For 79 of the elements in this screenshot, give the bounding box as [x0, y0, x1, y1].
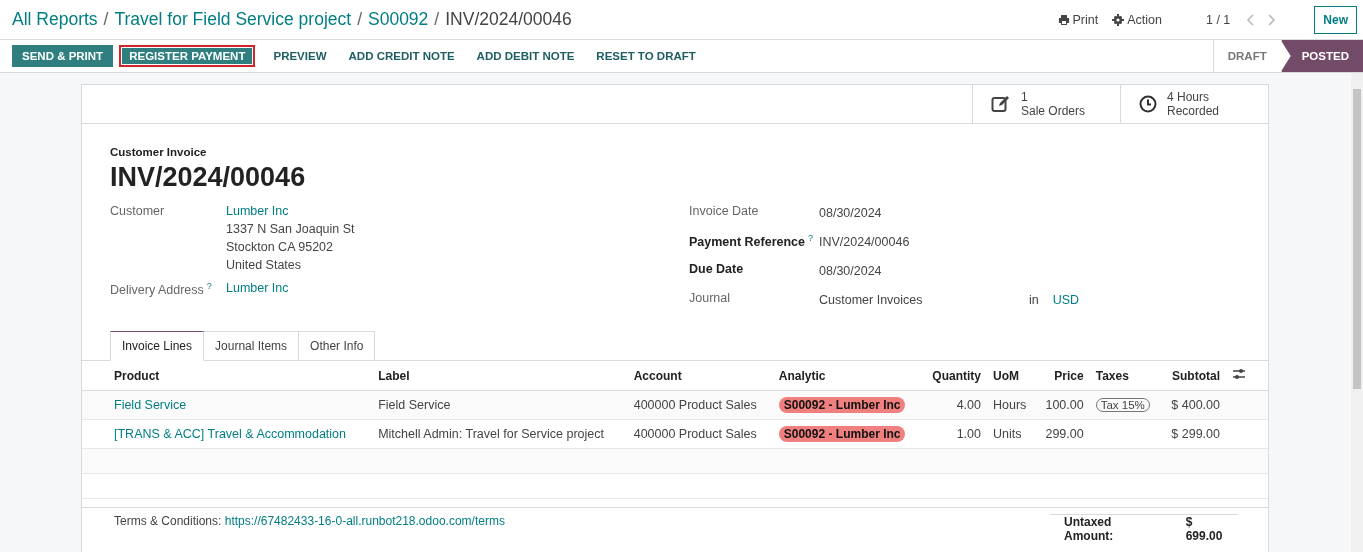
column-header[interactable]: Account — [627, 360, 773, 391]
clock-icon — [1139, 95, 1157, 113]
action-link-button[interactable]: ADD CREDIT NOTE — [338, 45, 465, 67]
table-cell: Hours — [987, 390, 1036, 420]
edit-icon — [991, 95, 1011, 113]
breadcrumb-link[interactable]: Travel for Field Service project — [114, 9, 352, 30]
primary-button[interactable]: REGISTER PAYMENT — [119, 45, 256, 67]
product-link[interactable]: [TRANS & ACC] Travel & Accommodation — [114, 427, 347, 441]
table-cell: $ 400.00 — [1160, 390, 1226, 420]
analytic-tag: S00092 - Lumber Inc — [778, 397, 906, 413]
field-label: Due Date — [689, 262, 744, 276]
table-cell: Mitchell Admin: Travel for Service project — [372, 419, 628, 449]
breadcrumb-separator: / — [103, 9, 109, 30]
field-label: Invoice Date — [689, 204, 759, 218]
column-header[interactable]: Quantity — [921, 360, 987, 391]
table-cell: 299.00 — [1035, 419, 1090, 449]
customer-link[interactable]: Lumber Inc — [226, 204, 355, 218]
column-header[interactable]: Product — [82, 360, 373, 391]
previous-icon[interactable] — [1246, 13, 1257, 26]
column-header[interactable]: UoM — [987, 360, 1036, 391]
field-value: 08/30/2024 — [819, 263, 883, 278]
product-link[interactable]: Field Service — [114, 398, 187, 412]
table-cell: Field Service — [372, 390, 628, 420]
help-mark[interactable]: ? — [808, 233, 814, 243]
field-label: Customer — [110, 204, 165, 218]
table-cell: 100.00 — [1035, 390, 1090, 420]
field-label: Delivery Address — [110, 283, 204, 298]
invoice-number: INV/2024/00046 — [110, 161, 307, 194]
print-button[interactable]: Print — [1057, 12, 1099, 27]
total-value: $ 699.00 — [1185, 515, 1224, 543]
table-cell: 400000 Product Sales — [627, 419, 773, 449]
tab[interactable]: Invoice Lines — [110, 331, 205, 361]
total-label: Untaxed Amount: — [1064, 515, 1115, 543]
breadcrumb-separator: / — [434, 9, 440, 30]
customer-link[interactable]: Lumber Inc — [226, 281, 289, 295]
address-line: Stockton CA 95202 — [226, 240, 335, 254]
table-cell: 400000 Product Sales — [627, 390, 773, 420]
breadcrumb-current[interactable]: INV/2024/00046 — [445, 9, 572, 30]
printer-icon — [1057, 13, 1070, 26]
new-button[interactable]: New — [1314, 5, 1357, 34]
column-header[interactable]: Label — [372, 360, 628, 391]
sliders-icon[interactable] — [1232, 368, 1246, 380]
table-cell: 4.00 — [921, 390, 987, 420]
breadcrumb-separator: / — [357, 9, 362, 30]
document-type: Customer Invoice — [110, 146, 208, 158]
action-link-button[interactable]: PREVIEW — [263, 45, 337, 67]
gear-icon — [1112, 13, 1125, 26]
tab[interactable]: Journal Items — [204, 331, 300, 361]
field-label: Journal — [689, 291, 730, 305]
action-button[interactable]: Action — [1112, 12, 1162, 27]
column-header[interactable]: Price — [1035, 360, 1090, 391]
pager-counter: 1 / 1 — [1206, 12, 1231, 27]
column-header[interactable]: Analytic — [772, 360, 922, 391]
column-header[interactable]: Subtotal — [1160, 360, 1226, 391]
terms-link[interactable]: https://67482433-16-0-all.runbot218.odoo.com/terms — [224, 514, 505, 528]
breadcrumb-link[interactable]: S00092 — [368, 9, 429, 30]
analytic-tag: S00092 - Lumber Inc — [778, 426, 906, 442]
address-line: United States — [226, 258, 303, 272]
table-cell: 1.00 — [921, 419, 987, 449]
table-cell: $ 299.00 — [1160, 419, 1226, 449]
action-link-button[interactable]: RESET TO DRAFT — [586, 45, 706, 67]
scrollbar[interactable] — [1351, 73, 1363, 552]
status-step[interactable]: POSTED — [1280, 40, 1363, 72]
terms-label: Terms & Conditions: — [114, 514, 222, 528]
table-cell: Units — [987, 419, 1036, 449]
field-suffix: in — [1029, 292, 1039, 307]
field-value: Customer Invoices — [819, 292, 924, 307]
next-icon[interactable] — [1266, 13, 1277, 26]
tab[interactable]: Other Info — [299, 331, 376, 361]
address-line: 1337 N San Joaquin St — [226, 222, 355, 236]
action-link-button[interactable]: ADD DEBIT NOTE — [466, 45, 585, 67]
currency-link[interactable]: USD — [1052, 292, 1080, 307]
field-value: 08/30/2024 — [819, 205, 883, 220]
breadcrumb-link[interactable]: All Reports — [12, 9, 98, 30]
column-header[interactable]: Taxes — [1089, 360, 1161, 391]
primary-button[interactable]: SEND & PRINT — [12, 45, 114, 67]
field-value: INV/2024/00046 — [819, 234, 911, 249]
help-mark[interactable]: ? — [206, 281, 212, 291]
field-label: Payment Reference — [689, 235, 806, 250]
